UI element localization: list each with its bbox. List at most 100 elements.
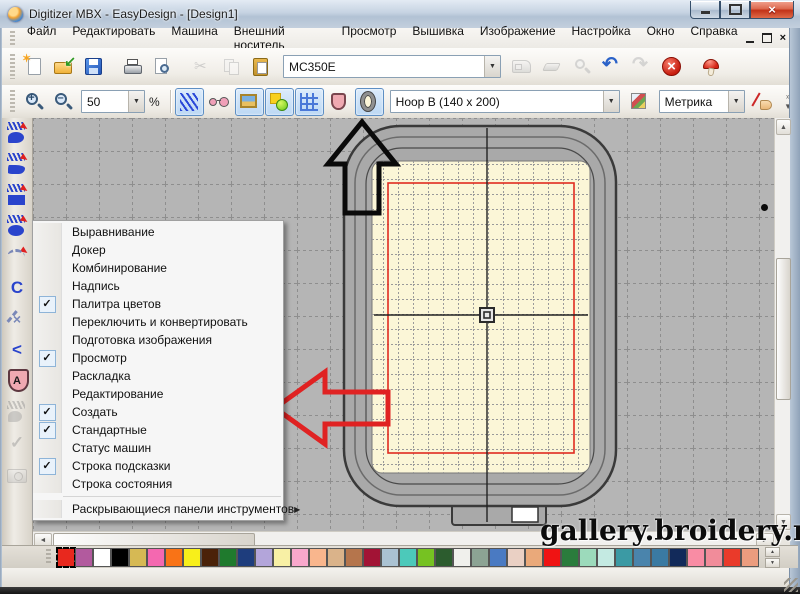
- context-menu-item-12[interactable]: Статус машин: [33, 439, 283, 457]
- palette-swatch-23[interactable]: [471, 548, 489, 567]
- context-menu-item-4[interactable]: ✓Палитра цветов: [33, 295, 283, 313]
- chevron-down-icon[interactable]: ▼: [484, 56, 500, 77]
- measure-tool-button[interactable]: [749, 88, 778, 116]
- palette-swatch-21[interactable]: [435, 548, 453, 567]
- palette-swatch-10[interactable]: [237, 548, 255, 567]
- palette-swatch-25[interactable]: [507, 548, 525, 567]
- stop-button[interactable]: [657, 52, 687, 82]
- undo-button[interactable]: [597, 52, 627, 82]
- tool-digitize-open-button[interactable]: [4, 151, 30, 177]
- mdi-restore-icon[interactable]: [762, 33, 772, 43]
- gallery-button[interactable]: [696, 52, 726, 82]
- palette-swatch-29[interactable]: [579, 548, 597, 567]
- hoop-button[interactable]: [355, 88, 384, 116]
- context-menu-item-14[interactable]: Строка состояния: [33, 475, 283, 493]
- palette-swatch-3[interactable]: [111, 548, 129, 567]
- palette-swatch-24[interactable]: [489, 548, 507, 567]
- hoop-position-button[interactable]: [626, 88, 655, 116]
- palette-scroll-up-button[interactable]: ▲: [765, 547, 780, 557]
- print-preview-button[interactable]: [148, 52, 178, 82]
- palette-swatch-36[interactable]: [705, 548, 723, 567]
- chevron-down-icon[interactable]: ▼: [603, 91, 619, 112]
- context-menu-item-6[interactable]: Подготовка изображения: [33, 331, 283, 349]
- palette-swatch-13[interactable]: [291, 548, 309, 567]
- palette-swatch-16[interactable]: [345, 548, 363, 567]
- palette-swatch-1[interactable]: [75, 548, 93, 567]
- palette-swatch-19[interactable]: [399, 548, 417, 567]
- chevron-down-icon[interactable]: ▼: [728, 91, 744, 112]
- context-menu-item-13[interactable]: ✓Строка подсказки: [33, 457, 283, 475]
- tool-angle-button[interactable]: <: [4, 337, 30, 363]
- palette-swatch-14[interactable]: [309, 548, 327, 567]
- tool-digitize-block-button[interactable]: [4, 182, 30, 208]
- resize-grip[interactable]: [784, 578, 798, 592]
- palette-swatch-6[interactable]: [165, 548, 183, 567]
- palette-swatch-18[interactable]: [381, 548, 399, 567]
- palette-scroll-down-button[interactable]: ▼: [765, 558, 780, 568]
- zoom-out-button[interactable]: –: [48, 88, 77, 116]
- palette-swatch-4[interactable]: [129, 548, 147, 567]
- glasses-button[interactable]: [205, 88, 234, 116]
- close-button[interactable]: ×: [750, 1, 794, 19]
- palette-swatch-5[interactable]: [147, 548, 165, 567]
- new-button[interactable]: [19, 52, 49, 82]
- context-menu-item-7[interactable]: ✓Просмотр: [33, 349, 283, 367]
- machine-model-combo[interactable]: MC350E ▼: [283, 55, 501, 78]
- stitches-button[interactable]: [175, 88, 204, 116]
- palette-swatch-11[interactable]: [255, 548, 273, 567]
- palette-swatch-20[interactable]: [417, 548, 435, 567]
- palette-swatch-22[interactable]: [453, 548, 471, 567]
- palette-swatch-2[interactable]: [93, 548, 111, 567]
- palette-swatch-7[interactable]: [183, 548, 201, 567]
- tool-open-curve-button[interactable]: [4, 244, 30, 270]
- print-button[interactable]: [118, 52, 148, 82]
- vertical-scroll-thumb[interactable]: [776, 258, 791, 400]
- shapes-button[interactable]: [265, 88, 294, 116]
- units-combo[interactable]: Метрика ▼: [659, 90, 745, 113]
- context-menu-item-2[interactable]: Комбинирование: [33, 259, 283, 277]
- zoom-in-button[interactable]: +: [19, 88, 48, 116]
- palette-swatch-9[interactable]: [219, 548, 237, 567]
- context-menu-item-15[interactable]: Раскрывающиеся панели инструментов▶: [33, 500, 283, 518]
- hoop-combo[interactable]: Hoop B (140 x 200) ▼: [390, 90, 620, 113]
- scroll-up-button[interactable]: ▲: [776, 119, 791, 135]
- picture-button[interactable]: [235, 88, 264, 116]
- vertical-scrollbar[interactable]: ▲ ▼: [774, 118, 790, 531]
- grid-button[interactable]: [295, 88, 324, 116]
- tool-closed-curve-button[interactable]: ×: [4, 306, 30, 332]
- tool-lettering-button[interactable]: A: [4, 368, 30, 394]
- tool-digitize-closed-button[interactable]: [4, 120, 30, 146]
- context-menu-item-5[interactable]: Переключить и конвертировать: [33, 313, 283, 331]
- shield-button[interactable]: [325, 88, 354, 116]
- maximize-button[interactable]: [720, 1, 750, 19]
- context-menu-item-11[interactable]: ✓Стандартные: [33, 421, 283, 439]
- zoom-level-combo[interactable]: 50 ▼: [81, 90, 145, 113]
- palette-swatch-35[interactable]: [687, 548, 705, 567]
- tool-digitize-area-button[interactable]: [4, 213, 30, 239]
- palette-swatch-27[interactable]: [543, 548, 561, 567]
- context-menu-item-0[interactable]: Выравнивание: [33, 223, 283, 241]
- palette-swatch-8[interactable]: [201, 548, 219, 567]
- palette-swatch-38[interactable]: [741, 548, 759, 567]
- mdi-close-icon[interactable]: ×: [780, 33, 786, 44]
- paste-button[interactable]: [247, 52, 277, 82]
- context-menu-item-1[interactable]: Докер: [33, 241, 283, 259]
- context-menu-item-9[interactable]: Редактирование: [33, 385, 283, 403]
- palette-swatch-0[interactable]: [57, 548, 75, 567]
- tool-circle-button[interactable]: C: [4, 275, 30, 301]
- palette-swatch-34[interactable]: [669, 548, 687, 567]
- context-menu-item-3[interactable]: Надпись: [33, 277, 283, 295]
- palette-swatch-37[interactable]: [723, 548, 741, 567]
- context-menu-item-10[interactable]: ✓Создать: [33, 403, 283, 421]
- palette-swatch-31[interactable]: [615, 548, 633, 567]
- palette-swatch-17[interactable]: [363, 548, 381, 567]
- palette-swatch-12[interactable]: [273, 548, 291, 567]
- chevron-down-icon[interactable]: ▼: [128, 91, 144, 112]
- context-menu-item-8[interactable]: Раскладка: [33, 367, 283, 385]
- save-button[interactable]: [79, 52, 109, 82]
- palette-swatch-32[interactable]: [633, 548, 651, 567]
- minimize-button[interactable]: [690, 1, 720, 19]
- palette-swatch-30[interactable]: [597, 548, 615, 567]
- mdi-minimize-icon[interactable]: [746, 41, 754, 43]
- palette-swatch-26[interactable]: [525, 548, 543, 567]
